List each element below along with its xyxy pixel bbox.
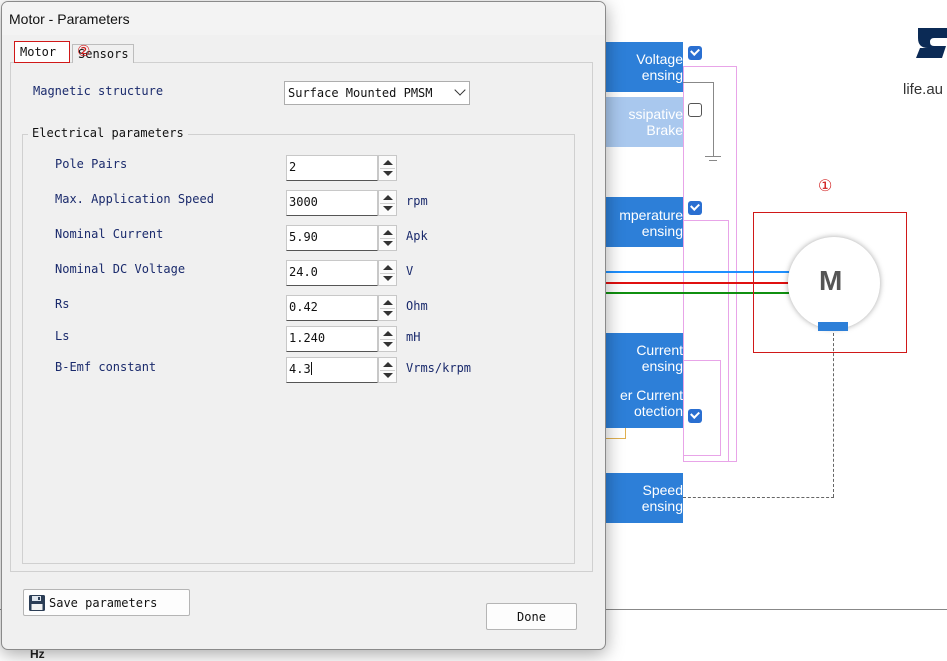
brand-logo-icon (912, 24, 947, 62)
spin-down-icon[interactable] (383, 241, 393, 246)
wire-outline (683, 360, 721, 456)
window-title: Motor - Parameters (9, 11, 130, 27)
magnetic-structure-label: Magnetic structure (33, 84, 164, 98)
spin-down-icon[interactable] (383, 342, 393, 347)
nominal-current-spinbox[interactable]: 5.90 (286, 225, 397, 251)
magnetic-structure-select[interactable]: Surface Mounted PMSM (284, 81, 470, 105)
spin-down-icon[interactable] (383, 206, 393, 211)
ls-stepper[interactable] (378, 326, 397, 352)
ls-input[interactable]: 1.240 (286, 326, 378, 352)
pole-pairs-label: Pole Pairs (55, 157, 128, 171)
save-parameters-label: Save parameters (49, 596, 158, 610)
speed-wire (683, 497, 834, 499)
max-speed-label: Max. Application Speed (55, 192, 214, 206)
spin-up-icon[interactable] (383, 362, 393, 367)
nominal-dc-voltage-label: Nominal DC Voltage (55, 262, 186, 276)
nominal-current-input[interactable]: 5.90 (286, 225, 378, 251)
spin-down-icon[interactable] (383, 276, 393, 281)
save-parameters-button[interactable]: Save parameters (23, 589, 190, 616)
voltage-sensing-block[interactable]: Voltage ensing (603, 42, 683, 92)
annotation-marker-two: ② (77, 43, 91, 60)
ground-icon (705, 156, 721, 157)
dissipative-brake-block[interactable]: ssipative Brake (603, 97, 683, 147)
text-caret (310, 362, 312, 375)
nominal-current-stepper[interactable] (378, 225, 397, 251)
rs-unit: Ohm (406, 299, 428, 313)
nominal-current-label: Nominal Current (55, 227, 164, 241)
spin-up-icon[interactable] (383, 300, 393, 305)
spin-up-icon[interactable] (383, 160, 393, 165)
rs-spinbox[interactable]: 0.42 (286, 295, 397, 321)
bemf-constant-stepper[interactable] (378, 357, 397, 383)
spin-up-icon[interactable] (383, 331, 393, 336)
bemf-constant-label: B-Emf constant (55, 360, 157, 374)
over-current-protection-checkbox[interactable] (688, 409, 702, 423)
bemf-constant-value: 4.3 (289, 362, 311, 376)
max-speed-input[interactable]: 3000 (286, 190, 378, 216)
over-current-protection-block[interactable]: er Current otection (603, 381, 683, 428)
chevron-down-icon (454, 84, 466, 96)
rs-input[interactable]: 0.42 (286, 295, 378, 321)
pole-pairs-spinbox[interactable]: 2 (286, 155, 397, 181)
dissipative-brake-checkbox[interactable] (688, 103, 702, 117)
motor-letter: M (819, 265, 843, 296)
ls-unit: mH (406, 330, 421, 344)
bemf-constant-unit: Vrms/krpm (406, 361, 472, 375)
annotation-marker-one: ① (818, 178, 833, 195)
motor-parameters-dialog: Motor - Parameters Motor Sensors ② Magne… (1, 1, 606, 650)
rs-label: Rs (55, 297, 70, 311)
spin-down-icon[interactable] (383, 311, 393, 316)
spin-up-icon[interactable] (383, 230, 393, 235)
nominal-dc-voltage-unit: V (406, 264, 414, 278)
ls-spinbox[interactable]: 1.240 (286, 326, 397, 352)
current-sensing-block[interactable]: Current ensing (603, 333, 683, 381)
nominal-dc-voltage-stepper[interactable] (378, 260, 397, 286)
spin-up-icon[interactable] (383, 265, 393, 270)
speed-wire (833, 333, 835, 497)
spin-down-icon[interactable] (383, 171, 393, 176)
ls-label: Ls (55, 329, 70, 343)
temperature-sensing-block[interactable]: mperature ensing (603, 197, 683, 247)
motor-connector (818, 322, 848, 331)
magnetic-structure-value: Surface Mounted PMSM (288, 86, 433, 100)
nominal-dc-voltage-spinbox[interactable]: 24.0 (286, 260, 397, 286)
nominal-dc-voltage-input[interactable]: 24.0 (286, 260, 378, 286)
max-speed-unit: rpm (406, 194, 428, 208)
done-button[interactable]: Done (486, 603, 577, 630)
tab-motor[interactable]: Motor (14, 41, 70, 63)
voltage-sensing-checkbox[interactable] (688, 46, 702, 60)
brake-wire (683, 82, 714, 157)
nominal-current-unit: Apk (406, 229, 428, 243)
pole-pairs-input[interactable]: 2 (286, 155, 378, 181)
electrical-parameters-title: Electrical parameters (28, 126, 188, 140)
rs-stepper[interactable] (378, 295, 397, 321)
max-speed-spinbox[interactable]: 3000 (286, 190, 397, 216)
title-bar[interactable]: Motor - Parameters (2, 2, 605, 35)
bemf-constant-spinbox[interactable]: 4.3 (286, 357, 397, 383)
bemf-constant-input[interactable]: 4.3 (286, 357, 378, 383)
temperature-sensing-checkbox[interactable] (688, 201, 702, 215)
ground-icon-line (709, 160, 717, 161)
pole-pairs-stepper[interactable] (378, 155, 397, 181)
speed-sensing-block[interactable]: Speed ensing (603, 473, 683, 523)
spin-down-icon[interactable] (383, 373, 393, 378)
max-speed-stepper[interactable] (378, 190, 397, 216)
spin-up-icon[interactable] (383, 195, 393, 200)
floppy-disk-icon (28, 594, 46, 612)
brand-text: life.au (903, 81, 944, 98)
